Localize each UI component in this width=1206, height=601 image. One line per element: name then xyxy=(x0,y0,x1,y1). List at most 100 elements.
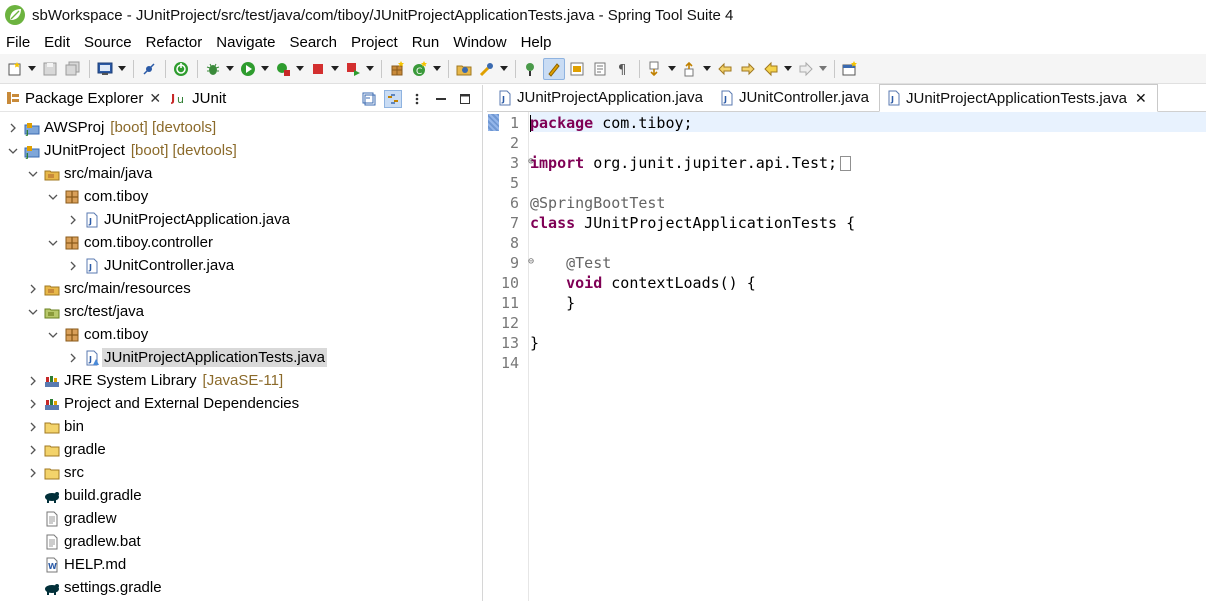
tree-item[interactable]: W HELP.md xyxy=(26,553,126,576)
previous-annotation-dropdown-icon[interactable] xyxy=(702,58,712,80)
external-tools-icon[interactable] xyxy=(272,58,294,80)
chevron-right-icon[interactable] xyxy=(66,259,80,273)
save-icon[interactable] xyxy=(39,58,61,80)
stop-dropdown-icon[interactable] xyxy=(330,58,340,80)
tree-item[interactable]: com.tiboy xyxy=(46,185,148,208)
chevron-down-icon[interactable] xyxy=(6,144,20,158)
whitespace-icon[interactable]: ¶ xyxy=(612,58,634,80)
maximize-icon[interactable] xyxy=(456,90,474,108)
tree-item[interactable]: J JUnitController.java xyxy=(66,254,234,277)
tree-item[interactable]: settings.gradle xyxy=(26,576,162,599)
open-type-icon[interactable] xyxy=(453,58,475,80)
back-icon[interactable] xyxy=(760,58,782,80)
last-edit-location-icon[interactable] xyxy=(714,58,736,80)
folded-imports-box[interactable] xyxy=(840,156,852,171)
code-editor[interactable]: 1 2 3 ⊕ 5 6 7 8 9 ⊖ 10 11 12 13 14 package com.tiboy; i… xyxy=(487,112,1206,601)
stop-icon[interactable] xyxy=(307,58,329,80)
word-wrap-icon[interactable] xyxy=(589,58,611,80)
chevron-right-icon[interactable] xyxy=(26,282,40,296)
menu-edit[interactable]: Edit xyxy=(37,34,77,51)
next-annotation-dropdown-icon[interactable] xyxy=(667,58,677,80)
run-icon[interactable] xyxy=(237,58,259,80)
boot-dashboard-icon[interactable] xyxy=(170,58,192,80)
debug-dropdown-icon[interactable] xyxy=(225,58,235,80)
chevron-right-icon[interactable] xyxy=(26,420,40,434)
save-all-icon[interactable] xyxy=(62,58,84,80)
terminal-icon[interactable] xyxy=(94,58,116,80)
new-class-icon[interactable]: C xyxy=(409,58,431,80)
previous-annotation-icon[interactable] xyxy=(679,58,701,80)
chevron-right-icon[interactable] xyxy=(26,466,40,480)
tree-item[interactable]: J JUnitProject [boot] [devtools] xyxy=(6,139,237,162)
chevron-right-icon[interactable] xyxy=(66,213,80,227)
relaunch-dropdown-icon[interactable] xyxy=(365,58,375,80)
new-icon[interactable] xyxy=(4,58,26,80)
tree-item[interactable]: gradle xyxy=(26,438,106,461)
chevron-right-icon[interactable] xyxy=(26,397,40,411)
search-tool-dropdown-icon[interactable] xyxy=(499,58,509,80)
chevron-down-icon[interactable] xyxy=(46,236,60,250)
link-with-editor-icon[interactable] xyxy=(384,89,402,108)
close-icon[interactable]: ✕ xyxy=(1135,90,1147,107)
relaunch-icon[interactable] xyxy=(342,58,364,80)
tree-item[interactable]: J JUnitProjectApplicationTests.java xyxy=(66,346,327,369)
editor-tab[interactable]: J JUnitProjectApplication.java xyxy=(491,84,713,111)
chevron-right-icon[interactable] xyxy=(26,374,40,388)
chevron-right-icon[interactable] xyxy=(26,443,40,457)
tree-item[interactable]: J JUnitProjectApplication.java xyxy=(66,208,290,231)
tree-item[interactable]: bin xyxy=(26,415,84,438)
view-menu-icon[interactable] xyxy=(408,90,426,108)
chevron-down-icon[interactable] xyxy=(26,167,40,181)
terminal-dropdown-icon[interactable] xyxy=(117,58,127,80)
chevron-right-icon[interactable] xyxy=(6,121,20,135)
tree-item[interactable]: J AWSProj [boot] [devtools] xyxy=(6,116,216,139)
menu-window[interactable]: Window xyxy=(446,34,513,51)
skip-breakpoints-icon[interactable] xyxy=(138,58,160,80)
editor-tab[interactable]: J JUnitController.java xyxy=(713,84,879,111)
tree-item[interactable]: build.gradle xyxy=(26,484,142,507)
search-tool-icon[interactable] xyxy=(476,58,498,80)
block-selection-icon[interactable] xyxy=(566,58,588,80)
menu-source[interactable]: Source xyxy=(77,34,139,51)
tree-item[interactable]: Project and External Dependencies xyxy=(26,392,299,415)
external-tools-dropdown-icon[interactable] xyxy=(295,58,305,80)
forward-edit-location-icon[interactable] xyxy=(737,58,759,80)
new-dropdown-icon[interactable] xyxy=(27,58,37,80)
chevron-down-icon[interactable] xyxy=(26,305,40,319)
run-dropdown-icon[interactable] xyxy=(260,58,270,80)
open-perspective-icon[interactable] xyxy=(839,58,861,80)
new-class-dropdown-icon[interactable] xyxy=(432,58,442,80)
new-package-icon[interactable] xyxy=(386,58,408,80)
tree-item[interactable]: src/main/resources xyxy=(26,277,191,300)
tree-item[interactable]: JRE System Library [JavaSE-11] xyxy=(26,369,283,392)
tree-item[interactable]: src/main/java xyxy=(26,162,152,185)
tab-junit[interactable]: Ju JUnit xyxy=(165,85,230,112)
chevron-down-icon[interactable] xyxy=(46,328,60,342)
menu-help[interactable]: Help xyxy=(514,34,559,51)
forward-dropdown-icon[interactable] xyxy=(818,58,828,80)
editor-tab[interactable]: J JUnitProjectApplicationTests.java ✕ xyxy=(879,84,1158,112)
tree-item[interactable]: src/test/java xyxy=(26,300,144,323)
menu-file[interactable]: File xyxy=(0,34,37,51)
menu-navigate[interactable]: Navigate xyxy=(209,34,282,51)
menu-search[interactable]: Search xyxy=(282,34,344,51)
collapse-all-icon[interactable] xyxy=(360,90,378,108)
menu-refactor[interactable]: Refactor xyxy=(139,34,210,51)
spring-search-icon[interactable] xyxy=(520,58,542,80)
tree-item[interactable]: src xyxy=(26,461,84,484)
minimize-icon[interactable] xyxy=(432,90,450,108)
menu-project[interactable]: Project xyxy=(344,34,405,51)
forward-icon[interactable] xyxy=(795,58,817,80)
debug-icon[interactable] xyxy=(202,58,224,80)
back-dropdown-icon[interactable] xyxy=(783,58,793,80)
chevron-right-icon[interactable] xyxy=(66,351,80,365)
close-icon[interactable]: ✕ xyxy=(149,90,161,107)
tree-item[interactable]: com.tiboy xyxy=(46,323,148,346)
chevron-down-icon[interactable] xyxy=(46,190,60,204)
menu-run[interactable]: Run xyxy=(405,34,447,51)
tree-item[interactable]: gradlew xyxy=(26,507,117,530)
tab-package-explorer[interactable]: Package Explorer ✕ xyxy=(0,85,165,112)
next-annotation-icon[interactable] xyxy=(644,58,666,80)
mark-occurrences-icon[interactable] xyxy=(543,57,565,80)
tree-item[interactable]: com.tiboy.controller xyxy=(46,231,213,254)
